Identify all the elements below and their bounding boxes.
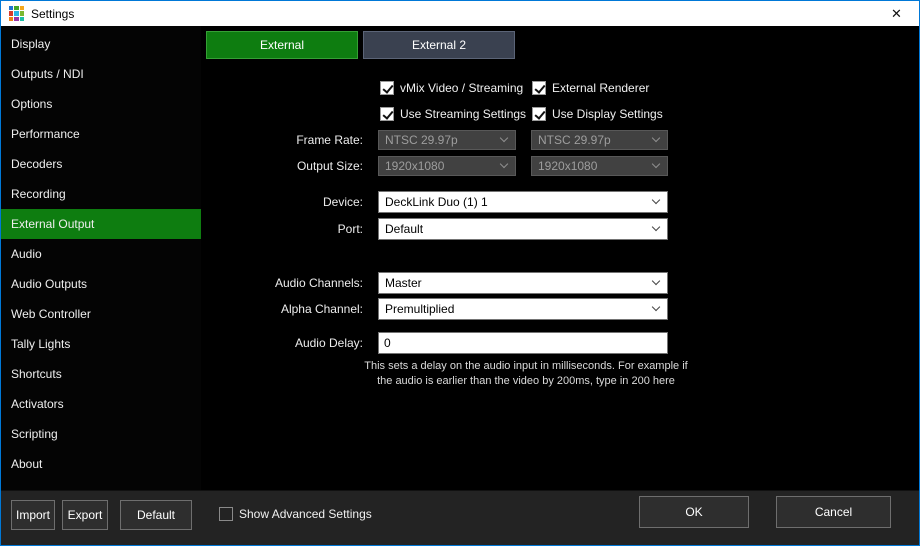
output-size-select-right: 1920x1080 xyxy=(531,156,668,176)
show-advanced-checkbox[interactable]: Show Advanced Settings xyxy=(219,506,372,522)
chevron-down-icon xyxy=(652,160,660,168)
chevron-down-icon xyxy=(652,303,660,311)
chevron-down-icon xyxy=(652,277,660,285)
output-size-value-right: 1920x1080 xyxy=(538,159,597,173)
audio-delay-help-line-2: the audio is earlier than the video by 2… xyxy=(301,374,751,389)
checkbox-icon xyxy=(532,81,546,95)
audio-channels-label: Audio Channels: xyxy=(201,272,363,294)
ok-button[interactable]: OK xyxy=(639,496,749,528)
audio-channels-value: Master xyxy=(385,276,422,290)
port-row: Port: Default xyxy=(201,218,919,240)
port-value: Default xyxy=(385,222,423,236)
tab-external[interactable]: External xyxy=(206,31,358,59)
vmix-logo-icon xyxy=(9,6,24,21)
audio-channels-row: Audio Channels: Master xyxy=(201,272,919,294)
sidebar-item-options[interactable]: Options xyxy=(1,89,201,119)
titlebar: Settings ✕ xyxy=(1,1,919,26)
port-select[interactable]: Default xyxy=(378,218,668,240)
sidebar-item-outputs-ndi[interactable]: Outputs / NDI xyxy=(1,59,201,89)
device-value: DeckLink Duo (1) 1 xyxy=(385,195,488,209)
device-label: Device: xyxy=(201,191,363,213)
settings-window: Settings ✕ Display Outputs / NDI Options… xyxy=(0,0,920,546)
sidebar-item-display[interactable]: Display xyxy=(1,29,201,59)
checkbox-icon xyxy=(532,107,546,121)
external-output-panel: External External 2 vMix Video / Streami… xyxy=(201,26,919,490)
vmix-video-streaming-label: vMix Video / Streaming xyxy=(400,81,523,95)
alpha-channel-label: Alpha Channel: xyxy=(201,298,363,320)
frame-rate-label: Frame Rate: xyxy=(201,130,363,150)
footer-bar: Import Export Default Show Advanced Sett… xyxy=(1,490,919,545)
sidebar-item-shortcuts[interactable]: Shortcuts xyxy=(1,359,201,389)
frame-rate-value-right: NTSC 29.97p xyxy=(538,133,611,147)
sidebar-item-external-output[interactable]: External Output xyxy=(1,209,201,239)
sidebar-item-audio[interactable]: Audio xyxy=(1,239,201,269)
external-renderer-label: External Renderer xyxy=(552,81,649,95)
audio-delay-help-line-1: This sets a delay on the audio input in … xyxy=(301,359,751,374)
tab-bar: External External 2 xyxy=(206,31,515,59)
audio-delay-help-text: This sets a delay on the audio input in … xyxy=(301,359,751,389)
frame-rate-value-left: NTSC 29.97p xyxy=(385,133,458,147)
checkbox-icon xyxy=(380,107,394,121)
output-size-value-left: 1920x1080 xyxy=(385,159,444,173)
sidebar-item-about[interactable]: About xyxy=(1,449,201,479)
sidebar-item-tally-lights[interactable]: Tally Lights xyxy=(1,329,201,359)
default-button[interactable]: Default xyxy=(120,500,192,530)
alpha-channel-value: Premultiplied xyxy=(385,302,454,316)
use-display-settings-checkbox[interactable]: Use Display Settings xyxy=(532,106,663,122)
sidebar-item-recording[interactable]: Recording xyxy=(1,179,201,209)
output-size-row: Output Size: 1920x1080 1920x1080 xyxy=(201,156,919,176)
show-advanced-label: Show Advanced Settings xyxy=(239,507,372,521)
audio-delay-row: Audio Delay: xyxy=(201,332,919,354)
checkbox-icon xyxy=(380,81,394,95)
chevron-down-icon xyxy=(652,134,660,142)
external-renderer-checkbox[interactable]: External Renderer xyxy=(532,80,649,96)
sidebar-item-activators[interactable]: Activators xyxy=(1,389,201,419)
output-size-select-left: 1920x1080 xyxy=(378,156,516,176)
output-size-label: Output Size: xyxy=(201,156,363,176)
vmix-video-streaming-checkbox[interactable]: vMix Video / Streaming xyxy=(380,80,523,96)
tab-external-2[interactable]: External 2 xyxy=(363,31,515,59)
device-select[interactable]: DeckLink Duo (1) 1 xyxy=(378,191,668,213)
chevron-down-icon xyxy=(500,134,508,142)
sidebar-item-audio-outputs[interactable]: Audio Outputs xyxy=(1,269,201,299)
port-label: Port: xyxy=(201,218,363,240)
sidebar: Display Outputs / NDI Options Performanc… xyxy=(1,26,201,490)
import-button[interactable]: Import xyxy=(11,500,55,530)
use-display-settings-label: Use Display Settings xyxy=(552,107,663,121)
sidebar-item-decoders[interactable]: Decoders xyxy=(1,149,201,179)
audio-delay-label: Audio Delay: xyxy=(201,332,363,354)
device-row: Device: DeckLink Duo (1) 1 xyxy=(201,191,919,213)
sidebar-item-web-controller[interactable]: Web Controller xyxy=(1,299,201,329)
use-streaming-settings-checkbox[interactable]: Use Streaming Settings xyxy=(380,106,526,122)
cancel-button[interactable]: Cancel xyxy=(776,496,891,528)
chevron-down-icon xyxy=(652,223,660,231)
alpha-channel-row: Alpha Channel: Premultiplied xyxy=(201,298,919,320)
alpha-channel-select[interactable]: Premultiplied xyxy=(378,298,668,320)
frame-rate-select-left: NTSC 29.97p xyxy=(378,130,516,150)
close-icon[interactable]: ✕ xyxy=(874,1,919,26)
chevron-down-icon xyxy=(500,160,508,168)
sidebar-item-performance[interactable]: Performance xyxy=(1,119,201,149)
use-streaming-settings-label: Use Streaming Settings xyxy=(400,107,526,121)
frame-rate-select-right: NTSC 29.97p xyxy=(531,130,668,150)
audio-delay-input[interactable] xyxy=(378,332,668,354)
audio-channels-select[interactable]: Master xyxy=(378,272,668,294)
frame-rate-row: Frame Rate: NTSC 29.97p NTSC 29.97p xyxy=(201,130,919,150)
chevron-down-icon xyxy=(652,196,660,204)
window-title: Settings xyxy=(31,7,74,21)
sidebar-item-scripting[interactable]: Scripting xyxy=(1,419,201,449)
checkbox-icon xyxy=(219,507,233,521)
export-button[interactable]: Export xyxy=(62,500,108,530)
